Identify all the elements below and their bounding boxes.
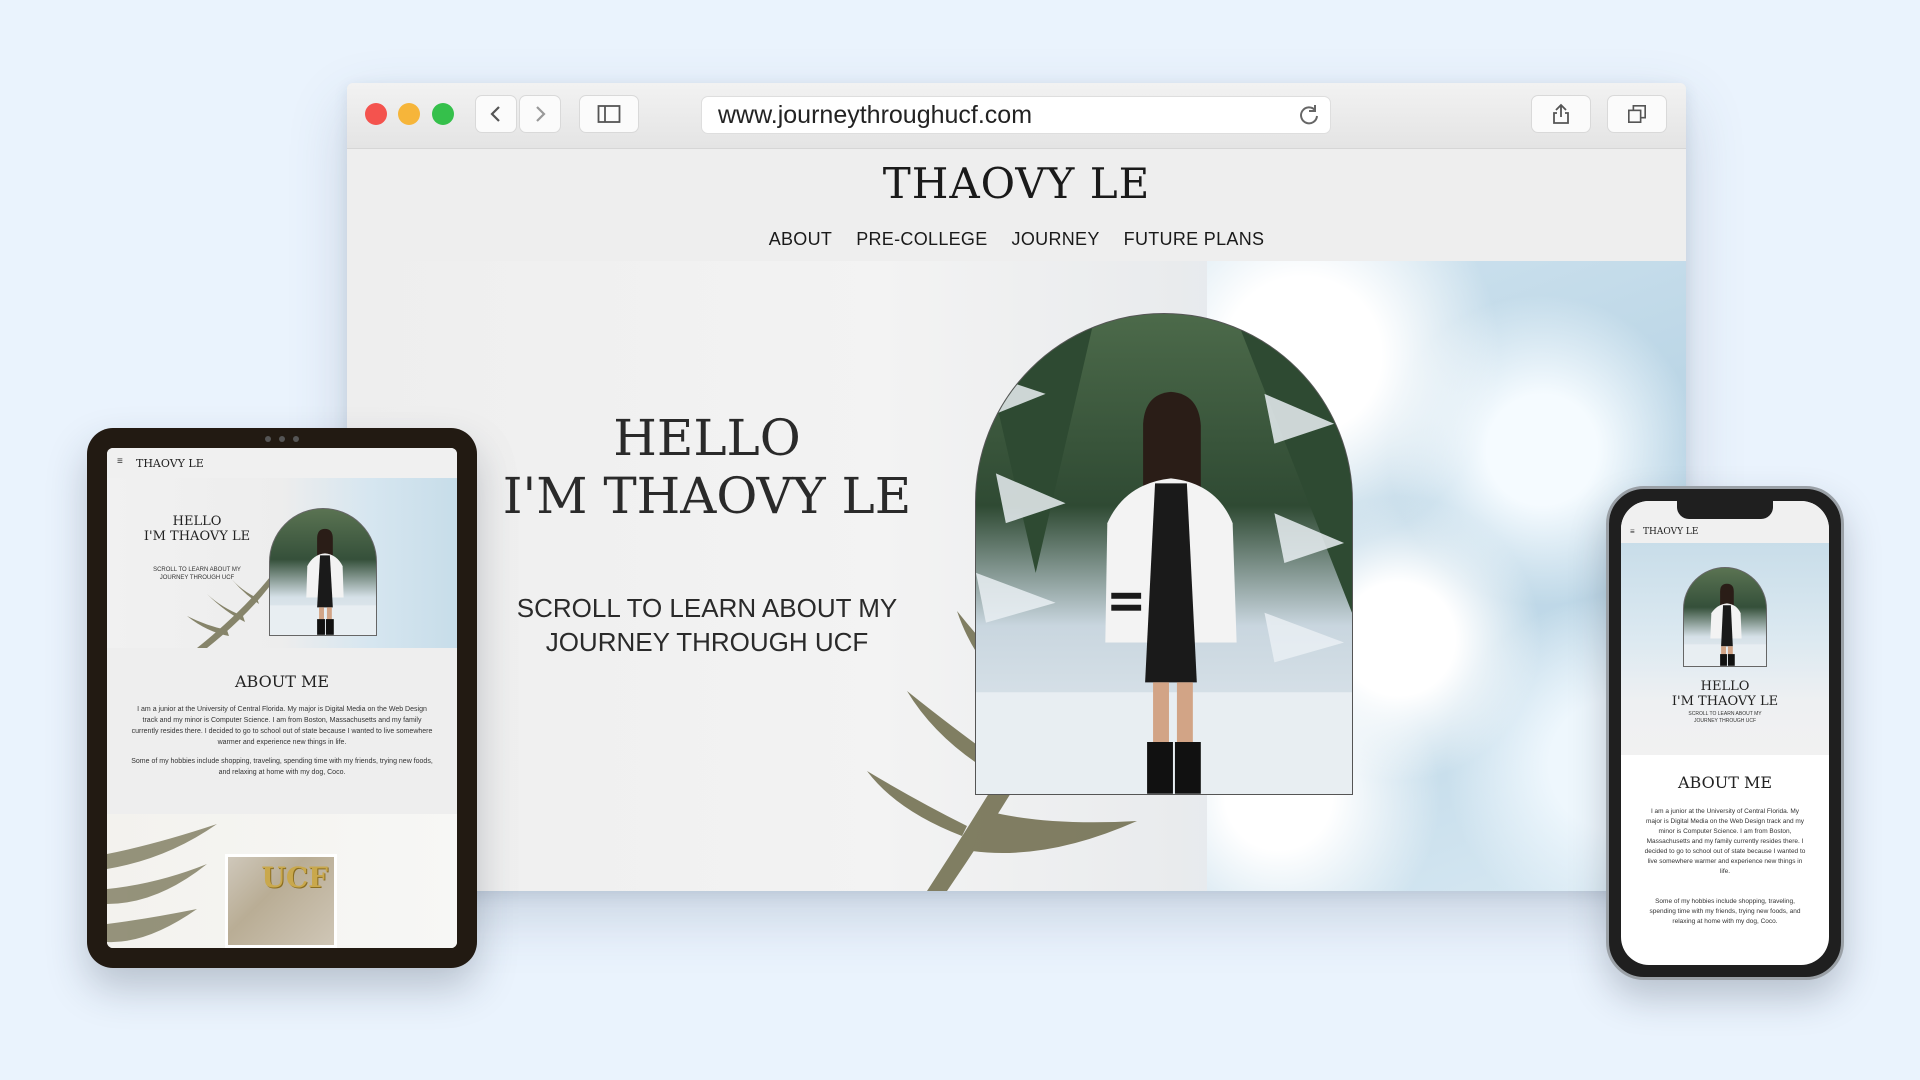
site-header: THAOVY LE ABOUT PRE-COLLEGE JOURNEY FUTU… [347,149,1686,261]
hero-heading: HELLO I'M THAOVY LE [467,409,947,525]
tablet-about-section: ABOUT ME I am a junior at the University… [107,648,457,814]
phone-hero-heading: HELLO I'M THAOVY LE [1621,679,1829,709]
tabs-button[interactable] [1607,95,1667,133]
profile-photo-arch [975,313,1353,795]
sidebar-toggle-button[interactable] [579,95,639,133]
browser-toolbar: www.journeythroughucf.com [347,83,1686,149]
minimize-window-button[interactable] [398,103,420,125]
tablet-screen: ≡ THAOVY LE HELLO I'M THAOVY LE SCROLL T… [107,448,457,948]
tablet-camera [247,436,317,444]
chevron-right-icon [536,106,546,122]
chevron-left-icon [490,106,500,122]
back-button[interactable] [475,95,517,133]
tablet-hero-subheading-line2: JOURNEY THROUGH UCF [159,575,235,581]
tabs-icon [1628,105,1646,123]
nav-item-about[interactable]: ABOUT [769,229,833,250]
tablet-about-paragraph-1: I am a junior at the University of Centr… [131,706,433,746]
browser-window: www.journeythroughucf.com THAOVY LE ABOU… [347,83,1686,891]
share-icon [1553,103,1569,124]
tablet-hero: HELLO I'M THAOVY LE SCROLL TO LEARN ABOU… [107,478,457,648]
phone-site-title[interactable]: THAOVY LE [1643,527,1698,537]
hero-heading-line1: HELLO [613,409,801,467]
tablet-about-heading: ABOUT ME [234,672,330,691]
phone-screen: ≡ THAOVY LE HELLO I'M THAOVY LE SCROLL T… [1621,501,1829,965]
phone-profile-photo [1683,567,1767,667]
tablet-hero-heading-line1: HELLO [172,514,222,529]
phone-hero-subheading-line1: SCROLL TO LEARN ABOUT MY [1688,711,1762,717]
hero-subheading-line2: JOURNEY THROUGH UCF [545,627,869,657]
tablet-hero-heading: HELLO I'M THAOVY LE [117,514,277,544]
phone-notch [1677,501,1773,519]
tablet-hero-subheading: SCROLL TO LEARN ABOUT MY JOURNEY THROUGH… [132,566,262,582]
phone-about-paragraph-1: I am a junior at the University of Centr… [1644,808,1806,875]
tablet-site-title[interactable]: THAOVY LE [136,457,204,470]
forward-button[interactable] [519,95,561,133]
tablet-profile-photo [269,508,377,636]
profile-photo [1684,583,1766,666]
phone-hero-subheading: SCROLL TO LEARN ABOUT MY JOURNEY THROUGH… [1651,711,1799,725]
phone-hero: HELLO I'M THAOVY LE SCROLL TO LEARN ABOU… [1621,543,1829,755]
tablet-photo-section: UCF [107,814,457,948]
hamburger-menu-icon[interactable]: ≡ [1630,527,1635,536]
nav-item-journey[interactable]: JOURNEY [1012,229,1100,250]
phone-device: ≡ THAOVY LE HELLO I'M THAOVY LE SCROLL T… [1606,486,1844,980]
sidebar-icon [597,105,621,123]
tablet-hero-heading-line2: I'M THAOVY LE [143,529,251,544]
tablet-device: ≡ THAOVY LE HELLO I'M THAOVY LE SCROLL T… [87,428,477,968]
hero-subheading: SCROLL TO LEARN ABOUT MY JOURNEY THROUGH… [467,591,947,659]
hamburger-menu-icon[interactable]: ≡ [117,456,123,467]
maximize-window-button[interactable] [432,103,454,125]
hero-subheading-line1: SCROLL TO LEARN ABOUT MY [516,593,898,623]
hero-section: HELLO I'M THAOVY LE SCROLL TO LEARN ABOU… [347,261,1686,891]
phone-hero-subheading-line2: JOURNEY THROUGH UCF [1693,718,1757,724]
phone-about-heading: ABOUT ME [1677,773,1773,792]
tablet-ucf-photo: UCF [225,854,337,948]
tablet-about-paragraph-2: Some of my hobbies include shopping, tra… [131,758,433,776]
url-text: www.journeythroughucf.com [718,100,1033,129]
nav-item-pre-college[interactable]: PRE-COLLEGE [856,229,987,250]
nav-item-future-plans[interactable]: FUTURE PLANS [1124,229,1265,250]
hero-heading-line2: I'M THAOVY LE [502,467,912,525]
tablet-hero-subheading-line1: SCROLL TO LEARN ABOUT MY [153,567,241,573]
ucf-balloon-text: UCF [261,861,328,894]
address-bar[interactable]: www.journeythroughucf.com [701,96,1331,134]
site-title[interactable]: THAOVY LE [347,159,1686,208]
site-nav: ABOUT PRE-COLLEGE JOURNEY FUTURE PLANS [347,229,1686,250]
reload-icon[interactable] [1298,104,1320,126]
share-button[interactable] [1531,95,1591,133]
phone-about-paragraph-2: Some of my hobbies include shopping, tra… [1649,898,1801,925]
tablet-header: ≡ THAOVY LE [107,448,457,478]
phone-hero-heading-line1: HELLO [1700,679,1750,694]
profile-photo [976,314,1352,794]
palm-leaf-shadow-image [107,824,217,943]
phone-hero-heading-line2: I'M THAOVY LE [1671,694,1779,709]
profile-photo [270,528,376,635]
close-window-button[interactable] [365,103,387,125]
